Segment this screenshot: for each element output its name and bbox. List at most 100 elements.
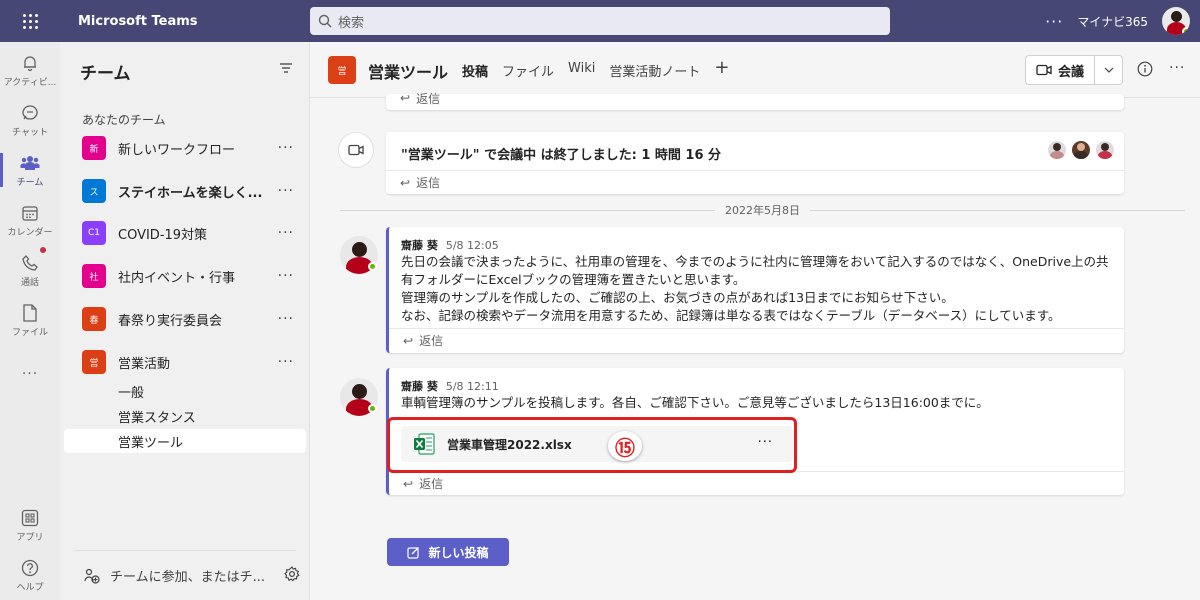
chevron-down-icon[interactable]	[1095, 67, 1122, 73]
help-icon	[20, 558, 40, 578]
search-placeholder: 検索	[338, 15, 365, 31]
rail-more[interactable]: ...	[0, 345, 60, 395]
meeting-ended-card: "営業ツール" で会議中 は終了しました: 1 時間 16 分 ↩ 返信	[386, 132, 1124, 194]
compose-icon	[407, 546, 420, 559]
title-bar: Microsoft Teams 検索 ··· マイナビ365	[0, 0, 1200, 42]
apps-icon	[20, 508, 40, 528]
team-item[interactable]: ス ステイホームを楽しく... ···	[60, 170, 310, 212]
info-icon[interactable]	[1137, 61, 1153, 81]
file-name: 営業車管理2022.xlsx	[447, 438, 572, 452]
profile-avatar[interactable]	[1162, 7, 1190, 35]
tab-notes[interactable]: 営業活動ノート	[609, 61, 700, 80]
team-item[interactable]: 新 新しいワークフロー ···	[60, 127, 310, 169]
message-timestamp: 5/8 12:05	[445, 239, 499, 252]
step-badge: ⑮	[608, 431, 642, 461]
video-icon	[1036, 64, 1052, 76]
team-name: ステイホームを楽しく...	[118, 185, 263, 201]
app-title: Microsoft Teams	[78, 13, 198, 29]
participant-avatar	[1072, 141, 1090, 159]
reply-label: 返信	[416, 91, 441, 106]
more-icon[interactable]: ···	[278, 225, 294, 241]
more-icon[interactable]: ···	[278, 268, 294, 284]
rail-label: カレンダー	[7, 227, 53, 238]
tab-wiki[interactable]: Wiki	[568, 61, 595, 80]
teams-icon	[20, 153, 40, 173]
date-divider-label: 2022年5月8日	[725, 204, 800, 217]
channel-tile: 営	[328, 56, 356, 84]
add-people-icon	[84, 568, 100, 584]
join-team-label: チームに参加、またはチ...	[110, 570, 266, 585]
teams-sidebar: チーム あなたのチーム 新 新しいワークフロー ··· ス ステイホームを楽しく…	[60, 42, 310, 600]
tab-files[interactable]: ファイル	[502, 61, 554, 80]
channel-tabs: 投稿 ファイル Wiki 営業活動ノート +	[462, 57, 729, 97]
rail-files[interactable]: ファイル	[0, 295, 60, 345]
more-icon[interactable]: ···	[278, 311, 294, 327]
reply-link[interactable]: ↩ 返信	[386, 86, 1124, 110]
channel-item-selected[interactable]: 営業ツール	[64, 429, 306, 453]
message-card: 齋藤 葵 5/8 12:11 車輌管理簿のサンプルを投稿します。各自、ご確認下さい…	[386, 368, 1124, 495]
more-icon[interactable]: ···	[278, 183, 294, 199]
notification-dot	[40, 247, 46, 253]
rail-label: チャット	[12, 127, 48, 138]
rail-activity[interactable]: アクティビ...	[0, 45, 60, 95]
rail-chat[interactable]: チャット	[0, 95, 60, 145]
calendar-icon	[20, 203, 40, 223]
channel-name: 一般	[118, 385, 145, 401]
team-item[interactable]: 営 営業活動 ···	[60, 341, 310, 383]
search-input[interactable]: 検索	[310, 7, 890, 35]
more-icon: ...	[21, 362, 39, 378]
reply-link[interactable]: ↩ 返信	[389, 328, 1124, 352]
presence-badge	[368, 404, 377, 413]
team-item[interactable]: C1 COVID-19対策 ···	[60, 212, 310, 254]
rail-label: ヘルプ	[16, 582, 44, 593]
team-item[interactable]: 春 春祭り実行委員会 ···	[60, 298, 310, 340]
reply-link[interactable]: ↩ 返信	[389, 471, 1124, 495]
message-list: ↩ 返信 "営業ツール" で会議中 は終了しました: 1 時間 16 分 ↩ 返…	[310, 91, 1200, 600]
reply-label: 返信	[416, 176, 441, 190]
filter-icon[interactable]	[279, 62, 293, 78]
more-options-icon[interactable]: ···	[1169, 60, 1185, 76]
team-tile: C1	[82, 221, 106, 245]
join-team-link[interactable]: チームに参加、またはチ...	[84, 566, 265, 585]
reply-link[interactable]: ↩ 返信	[386, 170, 1124, 194]
message-card: 齋藤 葵 5/8 12:05 先日の会議で決まったように、社用車の管理を、今までの…	[386, 227, 1124, 353]
rail-label: ファイル	[11, 327, 48, 338]
channel-item[interactable]: 営業スタンス	[60, 404, 310, 428]
channel-item[interactable]: 一般	[60, 379, 310, 403]
tab-posts[interactable]: 投稿	[462, 61, 489, 97]
excel-icon	[413, 433, 435, 459]
rail-apps[interactable]: アプリ	[0, 500, 60, 550]
app-launcher-icon[interactable]	[0, 0, 60, 42]
rail-label: アクティビ...	[3, 77, 57, 88]
gear-icon[interactable]	[284, 566, 300, 586]
team-tile: ス	[82, 179, 106, 203]
phone-icon	[20, 253, 40, 273]
message-author: 齋藤 葵 5/8 12:05	[401, 239, 499, 252]
meet-button[interactable]: 会議	[1025, 55, 1123, 85]
app-rail: アクティビ... チャット チーム カレンダー 通話 ファイル ... アプリ …	[0, 42, 60, 600]
more-options-icon[interactable]: ···	[1045, 12, 1063, 31]
more-icon[interactable]: ···	[278, 354, 294, 370]
team-name: 社内イベント・行事	[118, 270, 236, 286]
sidebar-title: チーム	[80, 64, 131, 84]
file-more-icon[interactable]: ···	[758, 435, 773, 450]
add-tab-icon[interactable]: +	[714, 57, 729, 80]
rail-calendar[interactable]: カレンダー	[0, 195, 60, 245]
reply-label: 返信	[419, 334, 444, 348]
reply-label: 返信	[419, 477, 444, 491]
team-name: COVID-19対策	[118, 227, 208, 243]
new-post-button[interactable]: 新しい投稿	[387, 538, 509, 566]
team-item[interactable]: 社 社内イベント・行事 ···	[60, 255, 310, 297]
rail-calls[interactable]: 通話	[0, 245, 60, 295]
date-divider: 2022年5月8日	[340, 203, 1185, 217]
more-icon[interactable]: ···	[278, 140, 294, 156]
rail-teams[interactable]: チーム	[0, 145, 60, 195]
participant-avatar	[1096, 141, 1114, 159]
message-body: 車輌管理簿のサンプルを投稿します。各自、ご確認下さい。ご意見等ございましたら13…	[401, 395, 989, 410]
bell-icon	[20, 53, 40, 73]
rail-label: 通話	[20, 277, 39, 288]
rail-help[interactable]: ヘルプ	[0, 550, 60, 600]
user-name: マイナビ365	[1077, 14, 1148, 29]
team-name: 春祭り実行委員会	[118, 313, 223, 329]
file-attachment[interactable]: 営業車管理2022.xlsx ···	[401, 426, 793, 462]
